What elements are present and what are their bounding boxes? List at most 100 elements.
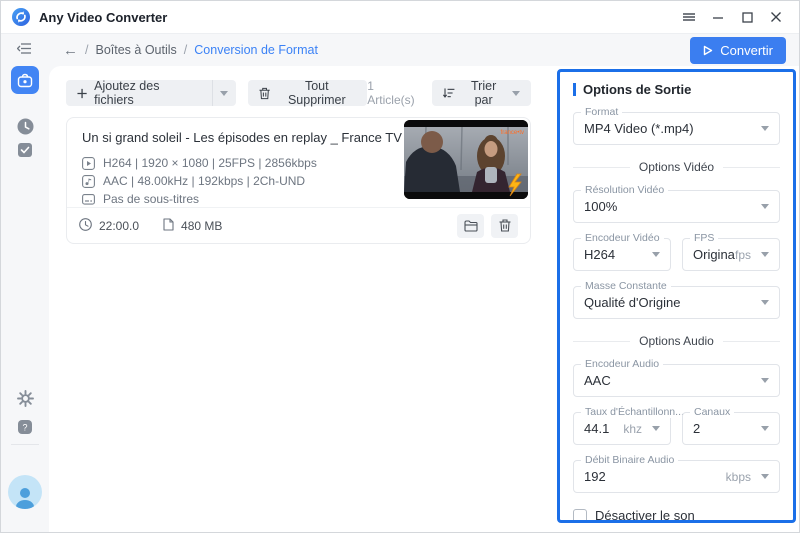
breadcrumb-separator: /: [184, 43, 187, 57]
chevron-down-icon: [761, 204, 769, 209]
chevron-down-icon: [652, 252, 660, 257]
sidebar-collapse-icon[interactable]: [17, 42, 32, 60]
sidebar: ?: [1, 34, 49, 532]
add-files-label: Ajoutez des fichiers: [94, 80, 194, 106]
fps-unit: fps: [735, 248, 751, 262]
sort-icon: [443, 87, 455, 99]
maximize-icon[interactable]: [740, 10, 754, 24]
person-icon: [12, 485, 38, 509]
add-files-button[interactable]: Ajoutez des fichiers: [66, 80, 236, 106]
sidebar-item-tasks[interactable]: [1, 142, 49, 158]
open-folder-button[interactable]: [457, 214, 484, 238]
chevron-down-icon: [761, 252, 769, 257]
play-icon: [703, 45, 713, 56]
sample-rate-label: Taux d'Échantillonn...: [581, 406, 688, 418]
breadcrumb-section[interactable]: Boîtes à Outils: [95, 43, 176, 57]
sidebar-item-help[interactable]: ?: [1, 419, 49, 435]
mute-checkbox-row[interactable]: Désactiver le son: [573, 508, 780, 523]
chevron-down-icon: [512, 91, 520, 96]
sidebar-divider: [11, 444, 39, 445]
help-icon: ?: [17, 419, 33, 435]
video-item-card[interactable]: Un si grand soleil - Les épisodes en rep…: [66, 117, 531, 244]
sample-rate-select[interactable]: Taux d'Échantillonn... 44.1 khz: [573, 412, 671, 445]
trash-icon: [499, 219, 511, 232]
video-encoder-select[interactable]: Encodeur Vidéo H264: [573, 238, 671, 271]
folder-icon: [464, 220, 478, 232]
video-section-title: Options Vidéo: [639, 160, 714, 174]
video-info-row: H264 | 1920 × 1080 | 25FPS | 2856kbps: [82, 156, 317, 170]
user-avatar[interactable]: [8, 475, 42, 509]
task-check-icon: [17, 142, 33, 158]
channels-label: Canaux: [690, 406, 734, 418]
delete-item-button[interactable]: [491, 214, 518, 238]
video-thumbnail[interactable]: france•tv: [404, 120, 528, 199]
sidebar-item-converter[interactable]: [11, 66, 39, 94]
chevron-down-icon: [652, 426, 660, 431]
video-item-footer: 22:00.0 480 MB: [67, 207, 530, 243]
format-label: Format: [581, 106, 622, 118]
audio-encoder-label: Encodeur Audio: [581, 358, 663, 370]
bitrate-mode-select[interactable]: Masse Constante Qualité d'Origine: [573, 286, 780, 319]
file-size-icon: [163, 218, 174, 234]
audio-bitrate-unit: kbps: [726, 470, 751, 484]
back-arrow-icon[interactable]: ←: [63, 43, 78, 58]
sort-button[interactable]: Trier par: [432, 80, 531, 106]
sidebar-item-history[interactable]: [1, 118, 49, 135]
audio-section-title: Options Audio: [639, 334, 714, 348]
app-window: Any Video Converter: [0, 0, 800, 533]
chevron-down-icon: [761, 378, 769, 383]
channel-logo: france•tv: [501, 130, 524, 136]
divider-line: [723, 341, 780, 342]
gear-icon: [17, 390, 34, 407]
fps-select[interactable]: FPS Original fps: [682, 238, 780, 271]
item-count: 1 Article(s): [367, 79, 420, 107]
audio-encoder-select[interactable]: Encodeur Audio AAC: [573, 364, 780, 397]
resolution-label: Résolution Vidéo: [581, 184, 668, 196]
mute-checkbox[interactable]: [573, 509, 587, 523]
video-options-section: Options Vidéo: [573, 160, 780, 174]
duration-text: 22:00.0: [99, 219, 139, 233]
audio-bitrate-value: 192: [584, 469, 726, 484]
channels-select[interactable]: Canaux 2: [682, 412, 780, 445]
divider-line: [723, 167, 780, 168]
fps-value: Original: [693, 247, 735, 262]
divider-line: [573, 167, 630, 168]
fps-label: FPS: [690, 232, 718, 244]
sample-rate-value: 44.1: [584, 421, 623, 436]
audio-bitrate-label: Débit Binaire Audio: [581, 454, 678, 466]
list-toolbar: Ajoutez des fichiers Tout Supprimer 1 Ar…: [66, 79, 531, 107]
titlebar: Any Video Converter: [1, 1, 799, 34]
sample-rate-unit: khz: [623, 422, 642, 436]
divider-line: [573, 341, 630, 342]
audio-options-section: Options Audio: [573, 334, 780, 348]
output-options-panel: Options de Sortie Format MP4 Video (*.mp…: [557, 69, 796, 523]
menu-icon[interactable]: [682, 10, 696, 24]
convert-button[interactable]: Convertir: [690, 37, 786, 64]
breadcrumb-bar: ← / Boîtes à Outils / Conversion de Form…: [49, 34, 799, 66]
close-icon[interactable]: [769, 10, 783, 24]
sort-label: Trier par: [462, 79, 505, 107]
chevron-down-icon: [761, 300, 769, 305]
duration-icon: [79, 218, 92, 234]
add-files-dropdown[interactable]: [212, 80, 236, 106]
add-files-main[interactable]: Ajoutez des fichiers: [66, 80, 205, 106]
sidebar-item-settings[interactable]: [1, 390, 49, 407]
audio-bitrate-select[interactable]: Débit Binaire Audio 192 kbps: [573, 460, 780, 493]
header-accent-bar: [573, 83, 576, 96]
bitrate-mode-label: Masse Constante: [581, 280, 671, 292]
app-logo-icon: [12, 8, 30, 26]
audio-info-row: AAC | 48.00kHz | 192kbps | 2Ch-UND: [82, 174, 305, 188]
subtitle-info-text: Pas de sous-titres: [103, 192, 199, 206]
panel-header: Options de Sortie: [573, 82, 780, 97]
toolbox-icon: [17, 73, 33, 88]
resolution-value: 100%: [584, 199, 761, 214]
window-controls: [682, 10, 799, 24]
svg-text:?: ?: [22, 423, 27, 433]
file-size-text: 480 MB: [181, 219, 222, 233]
minimize-icon[interactable]: [711, 10, 725, 24]
video-encoder-label: Encodeur Vidéo: [581, 232, 664, 244]
format-select[interactable]: Format MP4 Video (*.mp4): [573, 112, 780, 145]
delete-all-button[interactable]: Tout Supprimer: [248, 80, 367, 106]
resolution-select[interactable]: Résolution Vidéo 100%: [573, 190, 780, 223]
panel-title: Options de Sortie: [583, 82, 691, 97]
